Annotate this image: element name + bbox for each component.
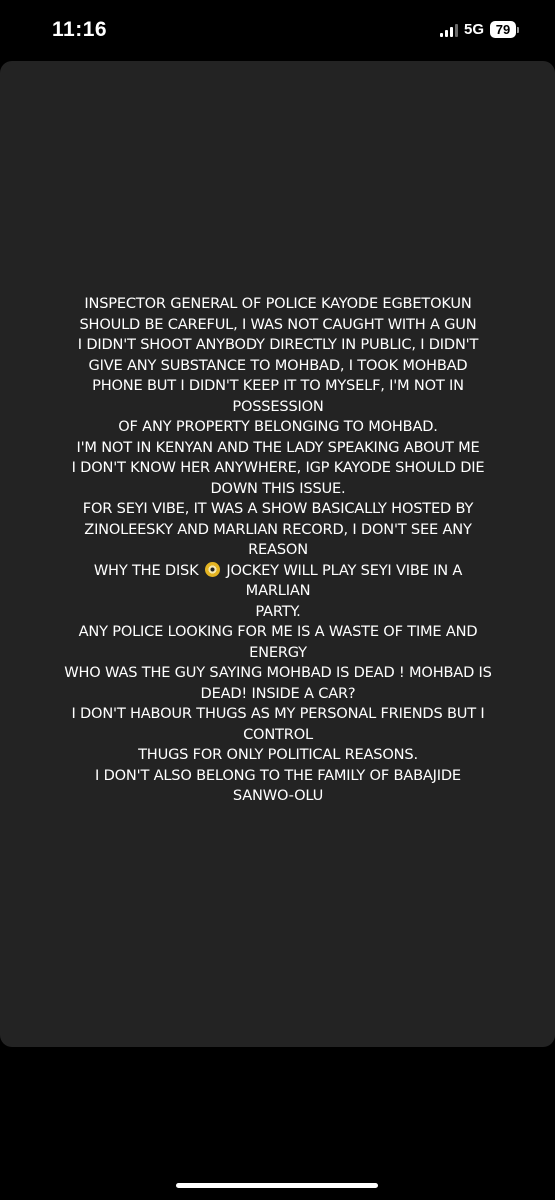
battery-icon: 79 <box>490 21 519 38</box>
story-line: I'M NOT IN KENYAN AND THE LADY SPEAKING … <box>76 438 480 456</box>
story-line: I DON'T HABOUR THUGS AS MY PERSONAL FRIE… <box>71 705 485 722</box>
story-line: WHO WAS THE GUY SAYING MOHBAD IS DEAD ! … <box>64 664 492 681</box>
home-indicator[interactable] <box>176 1183 378 1188</box>
story-card[interactable]: INSPECTOR GENERAL OF POLICE KAYODE EGBET… <box>0 61 555 1047</box>
story-line-part: WHY THE DISK <box>93 561 199 579</box>
story-line: I DON'T ALSO BELONG TO THE FAMILY OF BAB… <box>95 766 461 784</box>
story-line: CONTROL <box>243 725 313 743</box>
story-line: SANWO-OLU <box>232 787 324 804</box>
story-line: THUGS FOR ONLY POLITICAL REASONS. <box>138 746 418 763</box>
story-line: MARLIAN <box>245 582 311 599</box>
status-time: 11:16 <box>52 18 108 41</box>
story-line: ANY POLICE LOOKING FOR ME IS A WASTE OF … <box>78 623 478 640</box>
cellular-signal-icon <box>439 23 458 37</box>
story-text: INSPECTOR GENERAL OF POLICE KAYODE EGBET… <box>28 294 528 807</box>
status-bar: 11:16 5G 79 <box>0 0 555 60</box>
story-line: GIVE ANY SUBSTANCE TO MOHBAD, I TOOK MOH… <box>88 356 468 374</box>
story-line: OF ANY PROPERTY BELONGING TO MOHBAD. <box>118 418 438 435</box>
story-line: I DIDN'T SHOOT ANYBODY DIRECTLY IN PUBLI… <box>77 336 479 353</box>
story-line: DEAD! INSIDE A CAR? <box>200 684 356 702</box>
story-line-with-disc: WHY THE DISK JOCKEY WILL PLAY SEYI VIBE … <box>28 561 528 582</box>
story-line: ENERGY <box>249 643 307 661</box>
story-line: FOR SEYI VIBE, IT WAS A SHOW BASICALLY H… <box>82 500 474 517</box>
optical-disc-emoji-icon <box>204 561 220 577</box>
story-line: I DON'T KNOW HER ANYWHERE, IGP KAYODE SH… <box>71 459 485 476</box>
story-line: REASON <box>248 541 308 558</box>
story-line: DOWN THIS ISSUE. <box>210 479 346 497</box>
story-line-part: JOCKEY WILL PLAY SEYI VIBE IN A <box>226 561 463 579</box>
story-line: PHONE BUT I DIDN'T KEEP IT TO MYSELF, I'… <box>92 377 464 394</box>
status-indicators: 5G 79 <box>439 21 519 38</box>
network-type-label: 5G <box>463 21 484 38</box>
story-line: ZINOLEESKY AND MARLIAN RECORD, I DON'T S… <box>84 520 472 538</box>
battery-level: 79 <box>490 21 516 38</box>
story-line: PARTY. <box>255 602 301 620</box>
story-line: INSPECTOR GENERAL OF POLICE KAYODE EGBET… <box>84 295 472 312</box>
story-line: SHOULD BE CAREFUL, I WAS NOT CAUGHT WITH… <box>79 315 477 333</box>
story-line: POSSESSION <box>232 397 324 415</box>
